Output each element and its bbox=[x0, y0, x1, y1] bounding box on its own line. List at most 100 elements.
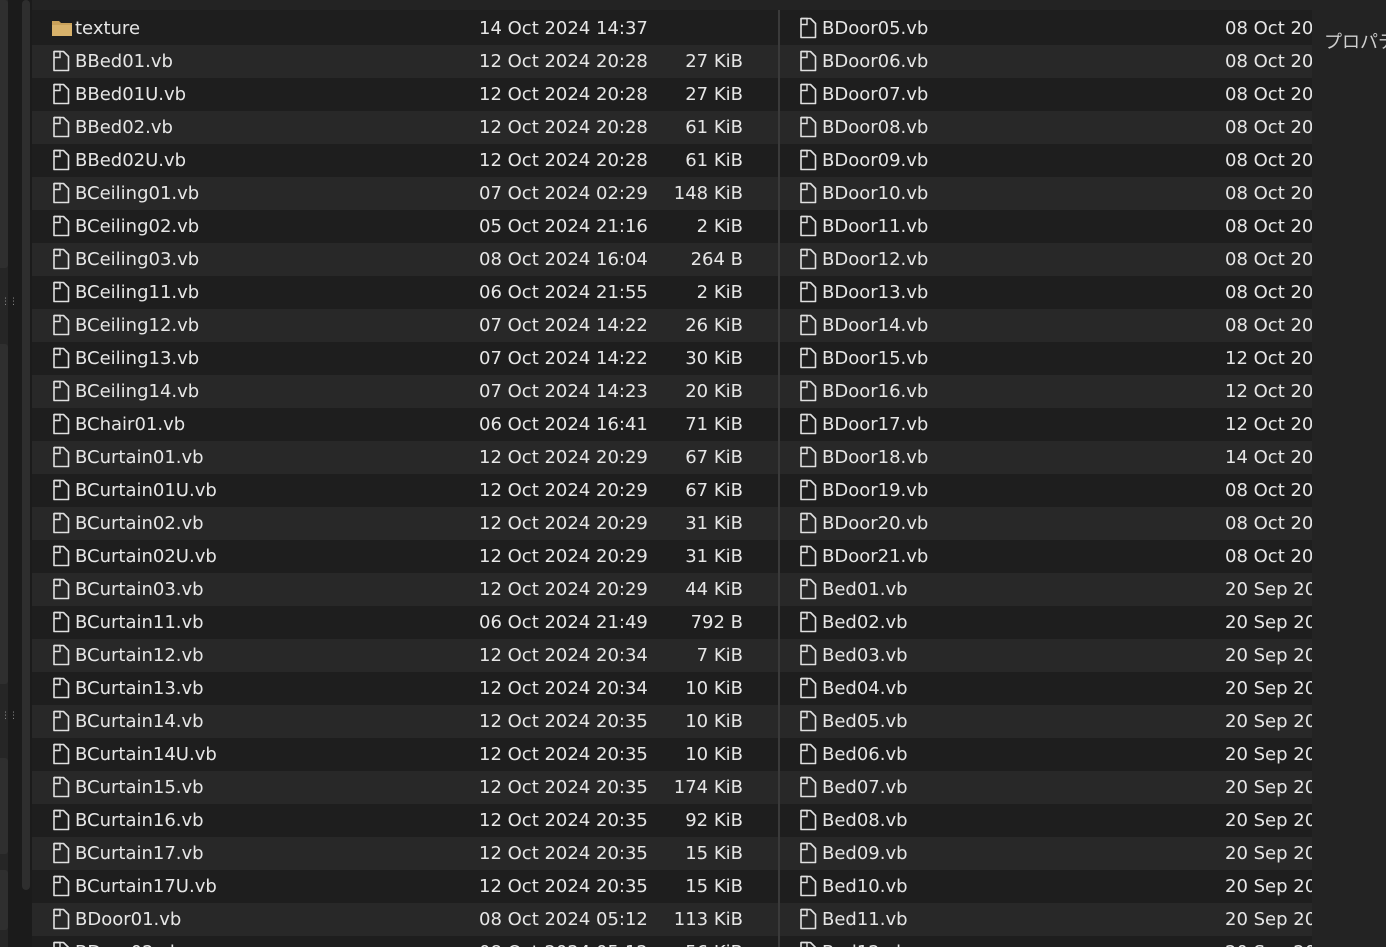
file-row[interactable]: BDoor20.vb 08 Oct 202 bbox=[780, 507, 1312, 540]
left-panel-tab[interactable] bbox=[0, 0, 8, 268]
file-row[interactable]: BDoor05.vb 08 Oct 202 bbox=[780, 12, 1312, 45]
file-row[interactable]: BCurtain03.vb 12 Oct 2024 20:29 44 KiB bbox=[32, 573, 778, 606]
file-row[interactable]: BChair01.vb 06 Oct 2024 16:41 71 KiB bbox=[32, 408, 778, 441]
file-name: BDoor10.vb bbox=[822, 183, 929, 204]
file-name: texture bbox=[75, 18, 141, 39]
file-row[interactable]: BCurtain11.vb 06 Oct 2024 21:49 792 B bbox=[32, 606, 778, 639]
file-row[interactable]: BDoor08.vb 08 Oct 202 bbox=[780, 111, 1312, 144]
file-row[interactable]: Bed06.vb 20 Sep 202 bbox=[780, 738, 1312, 771]
file-date: 12 Oct 2024 20:35 bbox=[479, 744, 648, 765]
file-row[interactable]: Bed05.vb 20 Sep 202 bbox=[780, 705, 1312, 738]
file-size: 264 B bbox=[690, 249, 743, 270]
file-row[interactable]: BCurtain01.vb 12 Oct 2024 20:29 67 KiB bbox=[32, 441, 778, 474]
file-row[interactable]: BCurtain02U.vb 12 Oct 2024 20:29 31 KiB bbox=[32, 540, 778, 573]
file-name: BCurtain13.vb bbox=[75, 678, 204, 699]
file-name: BCurtain02U.vb bbox=[75, 546, 217, 567]
file-date: 20 Sep 202 bbox=[1225, 579, 1312, 600]
file-row[interactable]: BDoor17.vb 12 Oct 202 bbox=[780, 408, 1312, 441]
file-row[interactable]: BCeiling13.vb 07 Oct 2024 14:22 30 KiB bbox=[32, 342, 778, 375]
file-row[interactable]: BCurtain02.vb 12 Oct 2024 20:29 31 KiB bbox=[32, 507, 778, 540]
file-size: 148 KiB bbox=[673, 183, 743, 204]
left-panel-tab[interactable] bbox=[0, 758, 8, 854]
left-panel-tab[interactable] bbox=[0, 870, 8, 930]
file-icon bbox=[797, 578, 819, 600]
file-row[interactable]: BDoor12.vb 08 Oct 202 bbox=[780, 243, 1312, 276]
file-icon bbox=[50, 116, 72, 138]
file-icon bbox=[50, 776, 72, 798]
file-size: 27 KiB bbox=[685, 84, 743, 105]
file-row[interactable]: BCeiling12.vb 07 Oct 2024 14:22 26 KiB bbox=[32, 309, 778, 342]
file-date: 08 Oct 202 bbox=[1225, 18, 1312, 39]
file-row[interactable]: BCeiling02.vb 05 Oct 2024 21:16 2 KiB bbox=[32, 210, 778, 243]
folder-row[interactable]: texture 14 Oct 2024 14:37 bbox=[32, 12, 778, 45]
file-row[interactable]: Bed07.vb 20 Sep 202 bbox=[780, 771, 1312, 804]
file-icon bbox=[50, 182, 72, 204]
file-row[interactable]: BDoor02.vb 08 Oct 2024 05:1256 KiB bbox=[32, 936, 778, 947]
file-row[interactable]: BDoor14.vb 08 Oct 202 bbox=[780, 309, 1312, 342]
file-size: 31 KiB bbox=[685, 513, 743, 534]
file-icon bbox=[50, 149, 72, 171]
file-name: BBed01.vb bbox=[75, 51, 173, 72]
vertical-scrollbar[interactable] bbox=[22, 0, 30, 890]
file-row[interactable]: BDoor19.vb 08 Oct 202 bbox=[780, 474, 1312, 507]
file-row[interactable]: BCurtain15.vb 12 Oct 2024 20:35 174 KiB bbox=[32, 771, 778, 804]
file-row[interactable]: Bed08.vb 20 Sep 202 bbox=[780, 804, 1312, 837]
file-row[interactable]: BCurtain13.vb 12 Oct 2024 20:34 10 KiB bbox=[32, 672, 778, 705]
file-name: BCurtain01.vb bbox=[75, 447, 204, 468]
file-row[interactable]: BDoor18.vb 14 Oct 202 bbox=[780, 441, 1312, 474]
file-date: 12 Oct 2024 20:28 bbox=[479, 150, 648, 171]
file-row[interactable]: BCeiling14.vb 07 Oct 2024 14:23 20 KiB bbox=[32, 375, 778, 408]
file-row[interactable]: Bed10.vb 20 Sep 202 bbox=[780, 870, 1312, 903]
file-row[interactable]: Bed03.vb 20 Sep 202 bbox=[780, 639, 1312, 672]
file-row[interactable]: BCurtain14.vb 12 Oct 2024 20:35 10 KiB bbox=[32, 705, 778, 738]
file-row[interactable]: BDoor16.vb 12 Oct 202 bbox=[780, 375, 1312, 408]
file-row[interactable]: Bed01.vb 20 Sep 202 bbox=[780, 573, 1312, 606]
file-row[interactable]: BDoor07.vb 08 Oct 202 bbox=[780, 78, 1312, 111]
file-row[interactable]: BBed02U.vb 12 Oct 2024 20:28 61 KiB bbox=[32, 144, 778, 177]
file-row[interactable]: Bed11.vb 20 Sep 202 bbox=[780, 903, 1312, 936]
properties-panel: プロパテ bbox=[1312, 0, 1386, 947]
file-row[interactable]: BBed01.vb 12 Oct 2024 20:28 27 KiB bbox=[32, 45, 778, 78]
file-row[interactable]: BDoor06.vb 08 Oct 202 bbox=[780, 45, 1312, 78]
file-row[interactable]: BCurtain17U.vb 12 Oct 2024 20:35 15 KiB bbox=[32, 870, 778, 903]
file-row[interactable]: BCurtain17.vb 12 Oct 2024 20:35 15 KiB bbox=[32, 837, 778, 870]
file-name: BDoor19.vb bbox=[822, 480, 929, 501]
resize-grip-icon[interactable]: ⋮⋮ bbox=[1, 712, 18, 724]
file-row[interactable]: BCurtain12.vb 12 Oct 2024 20:34 7 KiB bbox=[32, 639, 778, 672]
file-icon bbox=[797, 710, 819, 732]
file-row[interactable]: Bed09.vb 20 Sep 202 bbox=[780, 837, 1312, 870]
file-name: BDoor02.vb bbox=[75, 936, 181, 947]
file-row[interactable]: BDoor15.vb 12 Oct 202 bbox=[780, 342, 1312, 375]
file-row[interactable]: BBed01U.vb 12 Oct 2024 20:28 27 KiB bbox=[32, 78, 778, 111]
properties-panel-title[interactable]: プロパテ bbox=[1324, 28, 1386, 54]
file-row[interactable]: BDoor11.vb 08 Oct 202 bbox=[780, 210, 1312, 243]
file-row[interactable]: BCurtain16.vb 12 Oct 2024 20:35 92 KiB bbox=[32, 804, 778, 837]
file-row[interactable]: BDoor21.vb 08 Oct 202 bbox=[780, 540, 1312, 573]
file-column-left: texture 14 Oct 2024 14:37 BBed01.vb 12 Oct … bbox=[32, 12, 778, 947]
file-date: 06 Oct 2024 21:55 bbox=[479, 282, 648, 303]
file-date: 12 Oct 2024 20:29 bbox=[479, 480, 648, 501]
file-row[interactable]: BDoor10.vb 08 Oct 202 bbox=[780, 177, 1312, 210]
file-row[interactable]: Bed12.vb 20 Sep 202 bbox=[780, 936, 1312, 947]
file-row[interactable]: BCurtain01U.vb 12 Oct 2024 20:29 67 KiB bbox=[32, 474, 778, 507]
file-name: BCeiling01.vb bbox=[75, 183, 200, 204]
left-panel-tab[interactable] bbox=[0, 344, 8, 684]
file-icon bbox=[797, 545, 819, 567]
file-row[interactable]: BCeiling01.vb 07 Oct 2024 02:29 148 KiB bbox=[32, 177, 778, 210]
file-row[interactable]: BCeiling11.vb 06 Oct 2024 21:55 2 KiB bbox=[32, 276, 778, 309]
file-row[interactable]: BDoor01.vb 08 Oct 2024 05:12 113 KiB bbox=[32, 903, 778, 936]
file-size: 10 KiB bbox=[685, 744, 743, 765]
file-icon bbox=[797, 479, 819, 501]
resize-grip-icon[interactable]: ⋮⋮ bbox=[1, 298, 18, 310]
file-row[interactable]: Bed04.vb 20 Sep 202 bbox=[780, 672, 1312, 705]
file-row[interactable]: BCeiling03.vb 08 Oct 2024 16:04 264 B bbox=[32, 243, 778, 276]
file-row[interactable]: BDoor09.vb 08 Oct 202 bbox=[780, 144, 1312, 177]
file-row[interactable]: BBed02.vb 12 Oct 2024 20:28 61 KiB bbox=[32, 111, 778, 144]
file-row[interactable]: Bed02.vb 20 Sep 202 bbox=[780, 606, 1312, 639]
file-row[interactable]: BCurtain14U.vb 12 Oct 2024 20:35 10 KiB bbox=[32, 738, 778, 771]
file-name: Bed09.vb bbox=[822, 843, 908, 864]
file-icon bbox=[797, 347, 819, 369]
file-row[interactable]: BDoor13.vb 08 Oct 202 bbox=[780, 276, 1312, 309]
file-name: BCeiling12.vb bbox=[75, 315, 200, 336]
file-icon bbox=[50, 479, 72, 501]
